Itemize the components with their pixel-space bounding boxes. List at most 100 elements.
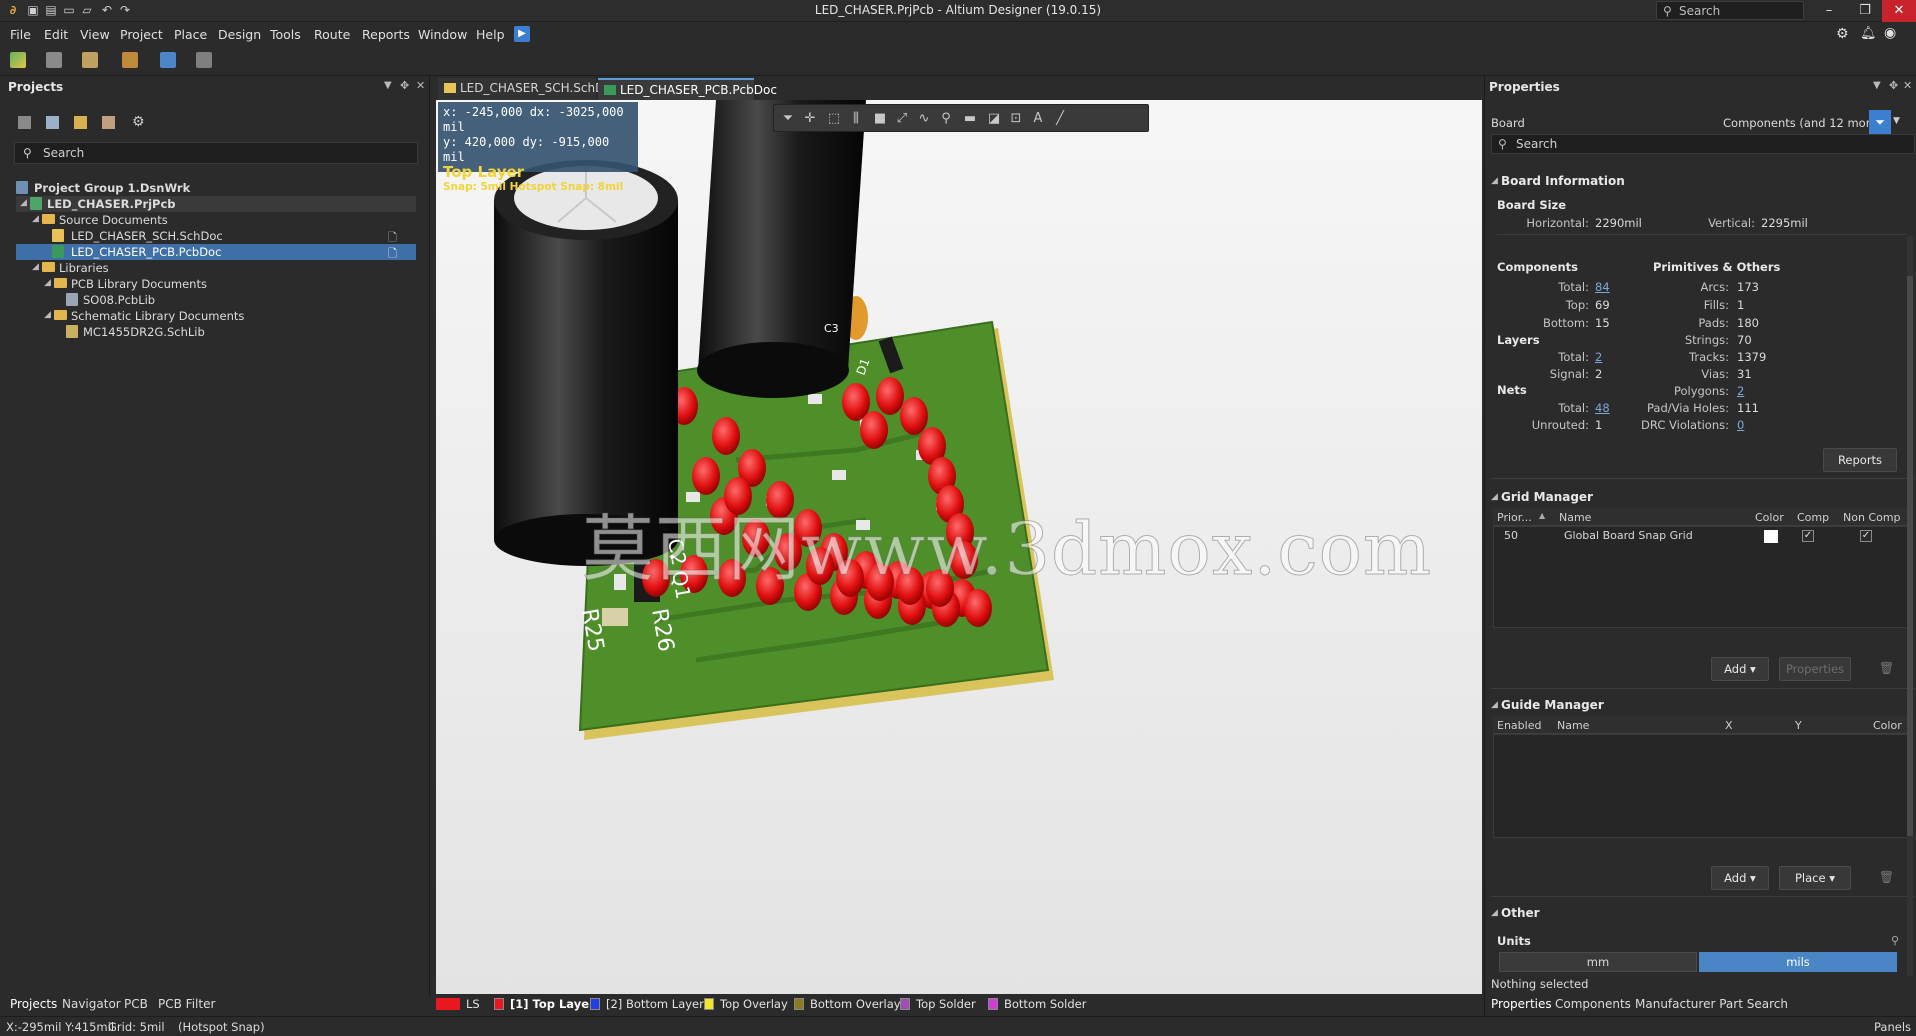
- properties-scrollbar[interactable]: [1907, 236, 1913, 976]
- panel-menu-icon[interactable]: ▼: [1873, 80, 1881, 91]
- close-panel-icon[interactable]: ✕: [416, 79, 425, 92]
- filter-icon[interactable]: ⏷: [780, 111, 796, 127]
- tree-item-schdoc[interactable]: LED_CHASER_SCH.SchDoc 🗋︎: [16, 228, 416, 244]
- drc-violations-link[interactable]: 0: [1737, 418, 1744, 432]
- col-comp[interactable]: Comp: [1797, 511, 1829, 524]
- filter-icon[interactable]: ⏷: [1869, 110, 1891, 134]
- expand-caret-icon[interactable]: ◢: [32, 214, 39, 224]
- place-component-icon[interactable]: [46, 52, 62, 68]
- menu-tools[interactable]: Tools: [270, 27, 301, 42]
- menu-window[interactable]: Window: [418, 27, 467, 42]
- grid-color-swatch[interactable]: [1764, 530, 1778, 543]
- tab-pcb[interactable]: PCB: [124, 997, 148, 1011]
- col-name[interactable]: Name: [1559, 511, 1591, 524]
- reports-button[interactable]: Reports: [1823, 448, 1897, 472]
- sort-icon[interactable]: ▲: [1539, 511, 1545, 520]
- nets-total-link[interactable]: 48: [1595, 401, 1610, 415]
- menu-help[interactable]: Help: [476, 27, 505, 42]
- tree-item-pcb-library-documents[interactable]: ◢ PCB Library Documents: [16, 276, 416, 292]
- menu-route[interactable]: Route: [314, 27, 350, 42]
- place-fill-icon[interactable]: ▬: [962, 111, 978, 127]
- save-project-icon[interactable]: [18, 116, 31, 129]
- grid-add-button[interactable]: Add ▾: [1711, 657, 1769, 681]
- play-macro-icon[interactable]: ▶: [514, 26, 530, 42]
- scrollbar-thumb[interactable]: [1907, 276, 1913, 836]
- route-icon[interactable]: [10, 52, 26, 68]
- close-button[interactable]: ✕: [1882, 0, 1916, 22]
- close-panel-icon[interactable]: ✕: [1903, 79, 1912, 92]
- tab-navigator[interactable]: Navigator: [62, 997, 121, 1011]
- compile-icon[interactable]: [46, 116, 59, 129]
- noncomp-checkbox[interactable]: ✓: [1860, 530, 1872, 542]
- move-cross-icon[interactable]: ✛: [802, 111, 818, 127]
- menu-place[interactable]: Place: [174, 27, 207, 42]
- align-icon[interactable]: [82, 52, 98, 68]
- table-row[interactable]: 50 Global Board Snap Grid ✓ ✓: [1494, 527, 1908, 545]
- expand-caret-icon[interactable]: ◢: [32, 262, 39, 272]
- search-icon[interactable]: ⚲: [1891, 934, 1899, 947]
- collapse-caret-icon[interactable]: ◢: [1491, 908, 1498, 918]
- place-component-icon[interactable]: ■: [872, 111, 888, 127]
- polygon-icon[interactable]: ◪: [986, 111, 1002, 127]
- menu-edit[interactable]: Edit: [44, 27, 68, 42]
- tree-item-pcblib[interactable]: SO08.PcbLib: [16, 292, 416, 308]
- tree-item-project-group[interactable]: Project Group 1.DsnWrk: [16, 180, 416, 196]
- polygons-link[interactable]: 2: [1737, 384, 1744, 398]
- tab-projects[interactable]: Projects: [10, 997, 57, 1011]
- guide-add-button[interactable]: Add ▾: [1711, 866, 1769, 890]
- place-via-icon[interactable]: ⚲: [938, 111, 954, 127]
- tree-item-source-documents[interactable]: ◢ Source Documents: [16, 212, 416, 228]
- pcb-3d-viewport[interactable]: C2 Q1 R25 R26 C3 D1 莫西网www.3dmox.com x: …: [436, 100, 1482, 994]
- menu-design[interactable]: Design: [218, 27, 261, 42]
- dimension-icon[interactable]: ⊡: [1008, 111, 1024, 127]
- place-string-icon[interactable]: A: [1030, 111, 1046, 127]
- tree-item-schlib[interactable]: MC1455DR2G.SchLib: [16, 324, 416, 340]
- col-x[interactable]: X: [1725, 719, 1733, 732]
- global-search-input[interactable]: ⚲ Search: [1656, 1, 1804, 20]
- tab-schdoc[interactable]: LED_CHASER_SCH.SchDoc: [438, 78, 618, 100]
- interactive-route-icon[interactable]: [122, 52, 138, 68]
- col-noncomp[interactable]: Non Comp: [1843, 511, 1901, 524]
- grid-properties-button[interactable]: Properties: [1779, 657, 1851, 681]
- collapse-caret-icon[interactable]: ◢: [1491, 700, 1498, 710]
- panels-button[interactable]: Panels: [1874, 1020, 1911, 1034]
- settings-gear-icon[interactable]: ⚙: [1836, 26, 1849, 42]
- expand-caret-icon[interactable]: ◢: [44, 310, 51, 320]
- project-options-gear-icon[interactable]: ⚙: [132, 114, 145, 130]
- tree-item-schematic-library-documents[interactable]: ◢ Schematic Library Documents: [16, 308, 416, 324]
- units-mils-toggle[interactable]: mils: [1699, 952, 1897, 972]
- filter-summary[interactable]: Components (and 12 more): [1723, 116, 1882, 130]
- components-total-link[interactable]: 84: [1595, 280, 1610, 294]
- delete-trash-icon[interactable]: 🗑︎: [1879, 661, 1894, 675]
- open-project-folder-icon[interactable]: [74, 116, 87, 129]
- properties-search-input[interactable]: ⚲ Search: [1491, 134, 1915, 154]
- menu-reports[interactable]: Reports: [362, 27, 410, 42]
- tab-pcbdoc[interactable]: LED_CHASER_PCB.PcbDoc: [598, 78, 777, 100]
- diff-pair-icon[interactable]: ∿: [916, 111, 932, 127]
- col-name[interactable]: Name: [1557, 719, 1589, 732]
- projects-search-input[interactable]: ⚲ Search: [14, 142, 418, 164]
- user-account-icon[interactable]: ◉: [1884, 25, 1896, 41]
- menu-project[interactable]: Project: [120, 27, 163, 42]
- panel-menu-icon[interactable]: ▼: [384, 80, 392, 91]
- pin-icon[interactable]: ✥: [1889, 79, 1898, 92]
- collapse-caret-icon[interactable]: ◢: [1491, 176, 1498, 186]
- tab-components[interactable]: Components: [1555, 997, 1631, 1011]
- pin-icon[interactable]: ✥: [400, 79, 409, 92]
- units-mm-toggle[interactable]: mm: [1499, 952, 1697, 972]
- tree-item-pcbdoc[interactable]: LED_CHASER_PCB.PcbDoc 🗋︎: [16, 244, 416, 260]
- col-color[interactable]: Color: [1873, 719, 1902, 732]
- layers-total-link[interactable]: 2: [1595, 350, 1602, 364]
- tree-item-project[interactable]: ◢ LED_CHASER.PrjPcb: [16, 196, 416, 212]
- place-line-icon[interactable]: ╱: [1052, 111, 1068, 127]
- place-fill-icon[interactable]: [160, 52, 176, 68]
- tree-item-libraries[interactable]: ◢ Libraries: [16, 260, 416, 276]
- select-rect-icon[interactable]: ⬚: [826, 111, 842, 127]
- tab-properties[interactable]: Properties: [1491, 997, 1552, 1011]
- menu-file[interactable]: File: [10, 27, 31, 42]
- align-bars-icon[interactable]: ⫼: [848, 111, 864, 127]
- tab-manufacturer-part-search[interactable]: Manufacturer Part Search: [1635, 997, 1788, 1011]
- expand-caret-icon[interactable]: ◢: [44, 278, 51, 288]
- notifications-bell-icon[interactable]: 🔔︎: [1860, 26, 1877, 41]
- minimize-button[interactable]: –: [1812, 0, 1846, 22]
